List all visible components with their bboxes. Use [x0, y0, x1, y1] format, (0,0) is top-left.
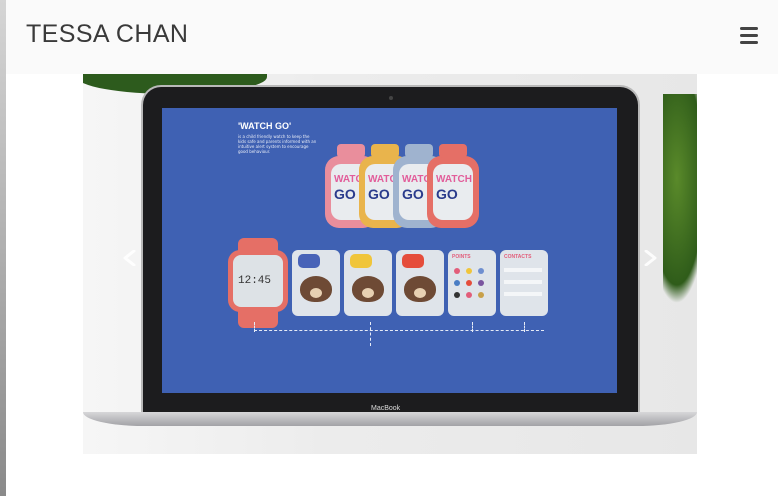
contacts-panel: CONTACTS — [500, 250, 548, 316]
bear-panel-1 — [292, 250, 340, 316]
chevron-right-icon — [644, 250, 657, 266]
laptop-base — [83, 412, 697, 426]
bear-panel-2 — [344, 250, 392, 316]
hamburger-menu-icon[interactable] — [740, 27, 758, 45]
plant-decoration-right — [663, 94, 697, 304]
watch-time: 12:45 — [238, 275, 272, 287]
camera-icon — [389, 96, 393, 100]
carousel-slide-image: 'WATCH GO' is a child friendly watch to … — [83, 74, 697, 454]
laptop-mockup: 'WATCH GO' is a child friendly watch to … — [143, 87, 638, 417]
laptop-screen: 'WATCH GO' is a child friendly watch to … — [162, 108, 617, 393]
watch-coral: WATCH GO — [427, 144, 479, 228]
carousel-next-button[interactable] — [644, 250, 658, 266]
poster-title: 'WATCH GO' — [238, 121, 292, 131]
points-panel: POINTS — [448, 250, 496, 316]
annotation-line — [254, 330, 544, 331]
laptop-brand-label: MacBook — [371, 405, 401, 412]
chevron-left-icon — [123, 250, 136, 266]
background-strip — [0, 0, 6, 496]
poster-description: is a child friendly watch to keep the ki… — [238, 134, 317, 154]
bear-panel-3 — [396, 250, 444, 316]
site-brand[interactable]: TESSA CHAN — [26, 20, 188, 49]
site-header: TESSA CHAN — [6, 0, 778, 74]
big-watch: 12:45 — [228, 238, 288, 328]
carousel-prev-button[interactable] — [122, 250, 136, 266]
